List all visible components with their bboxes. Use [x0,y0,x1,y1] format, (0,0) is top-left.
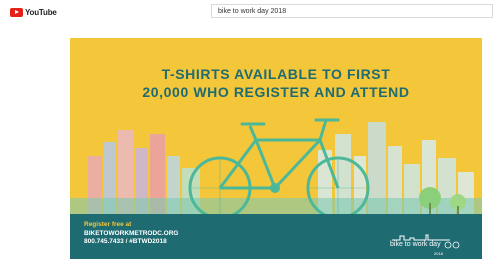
registration-info: Register free at BIKETOWORKMETRODC.ORG 8… [84,221,179,247]
search-input[interactable]: bike to work day 2018 [211,4,493,18]
youtube-logo[interactable]: YouTube [10,8,57,17]
contact-info: 800.745.7433 / #BTWD2018 [84,238,167,245]
youtube-play-icon [10,8,23,17]
youtube-logo-text: YouTube [25,8,57,17]
video-player[interactable]: T-SHIRTS AVAILABLE TO FIRST 20,000 WHO R… [70,38,482,259]
brand-text: bike to work day [390,241,441,248]
bike-to-work-day-logo: bike to work day 2018 [390,234,460,256]
brand-year: 2018 [434,251,443,256]
register-label: Register free at [84,221,132,228]
youtube-header: YouTube bike to work day 2018 [0,0,493,26]
register-url: BIKETOWORKMETRODC.ORG [84,229,179,237]
